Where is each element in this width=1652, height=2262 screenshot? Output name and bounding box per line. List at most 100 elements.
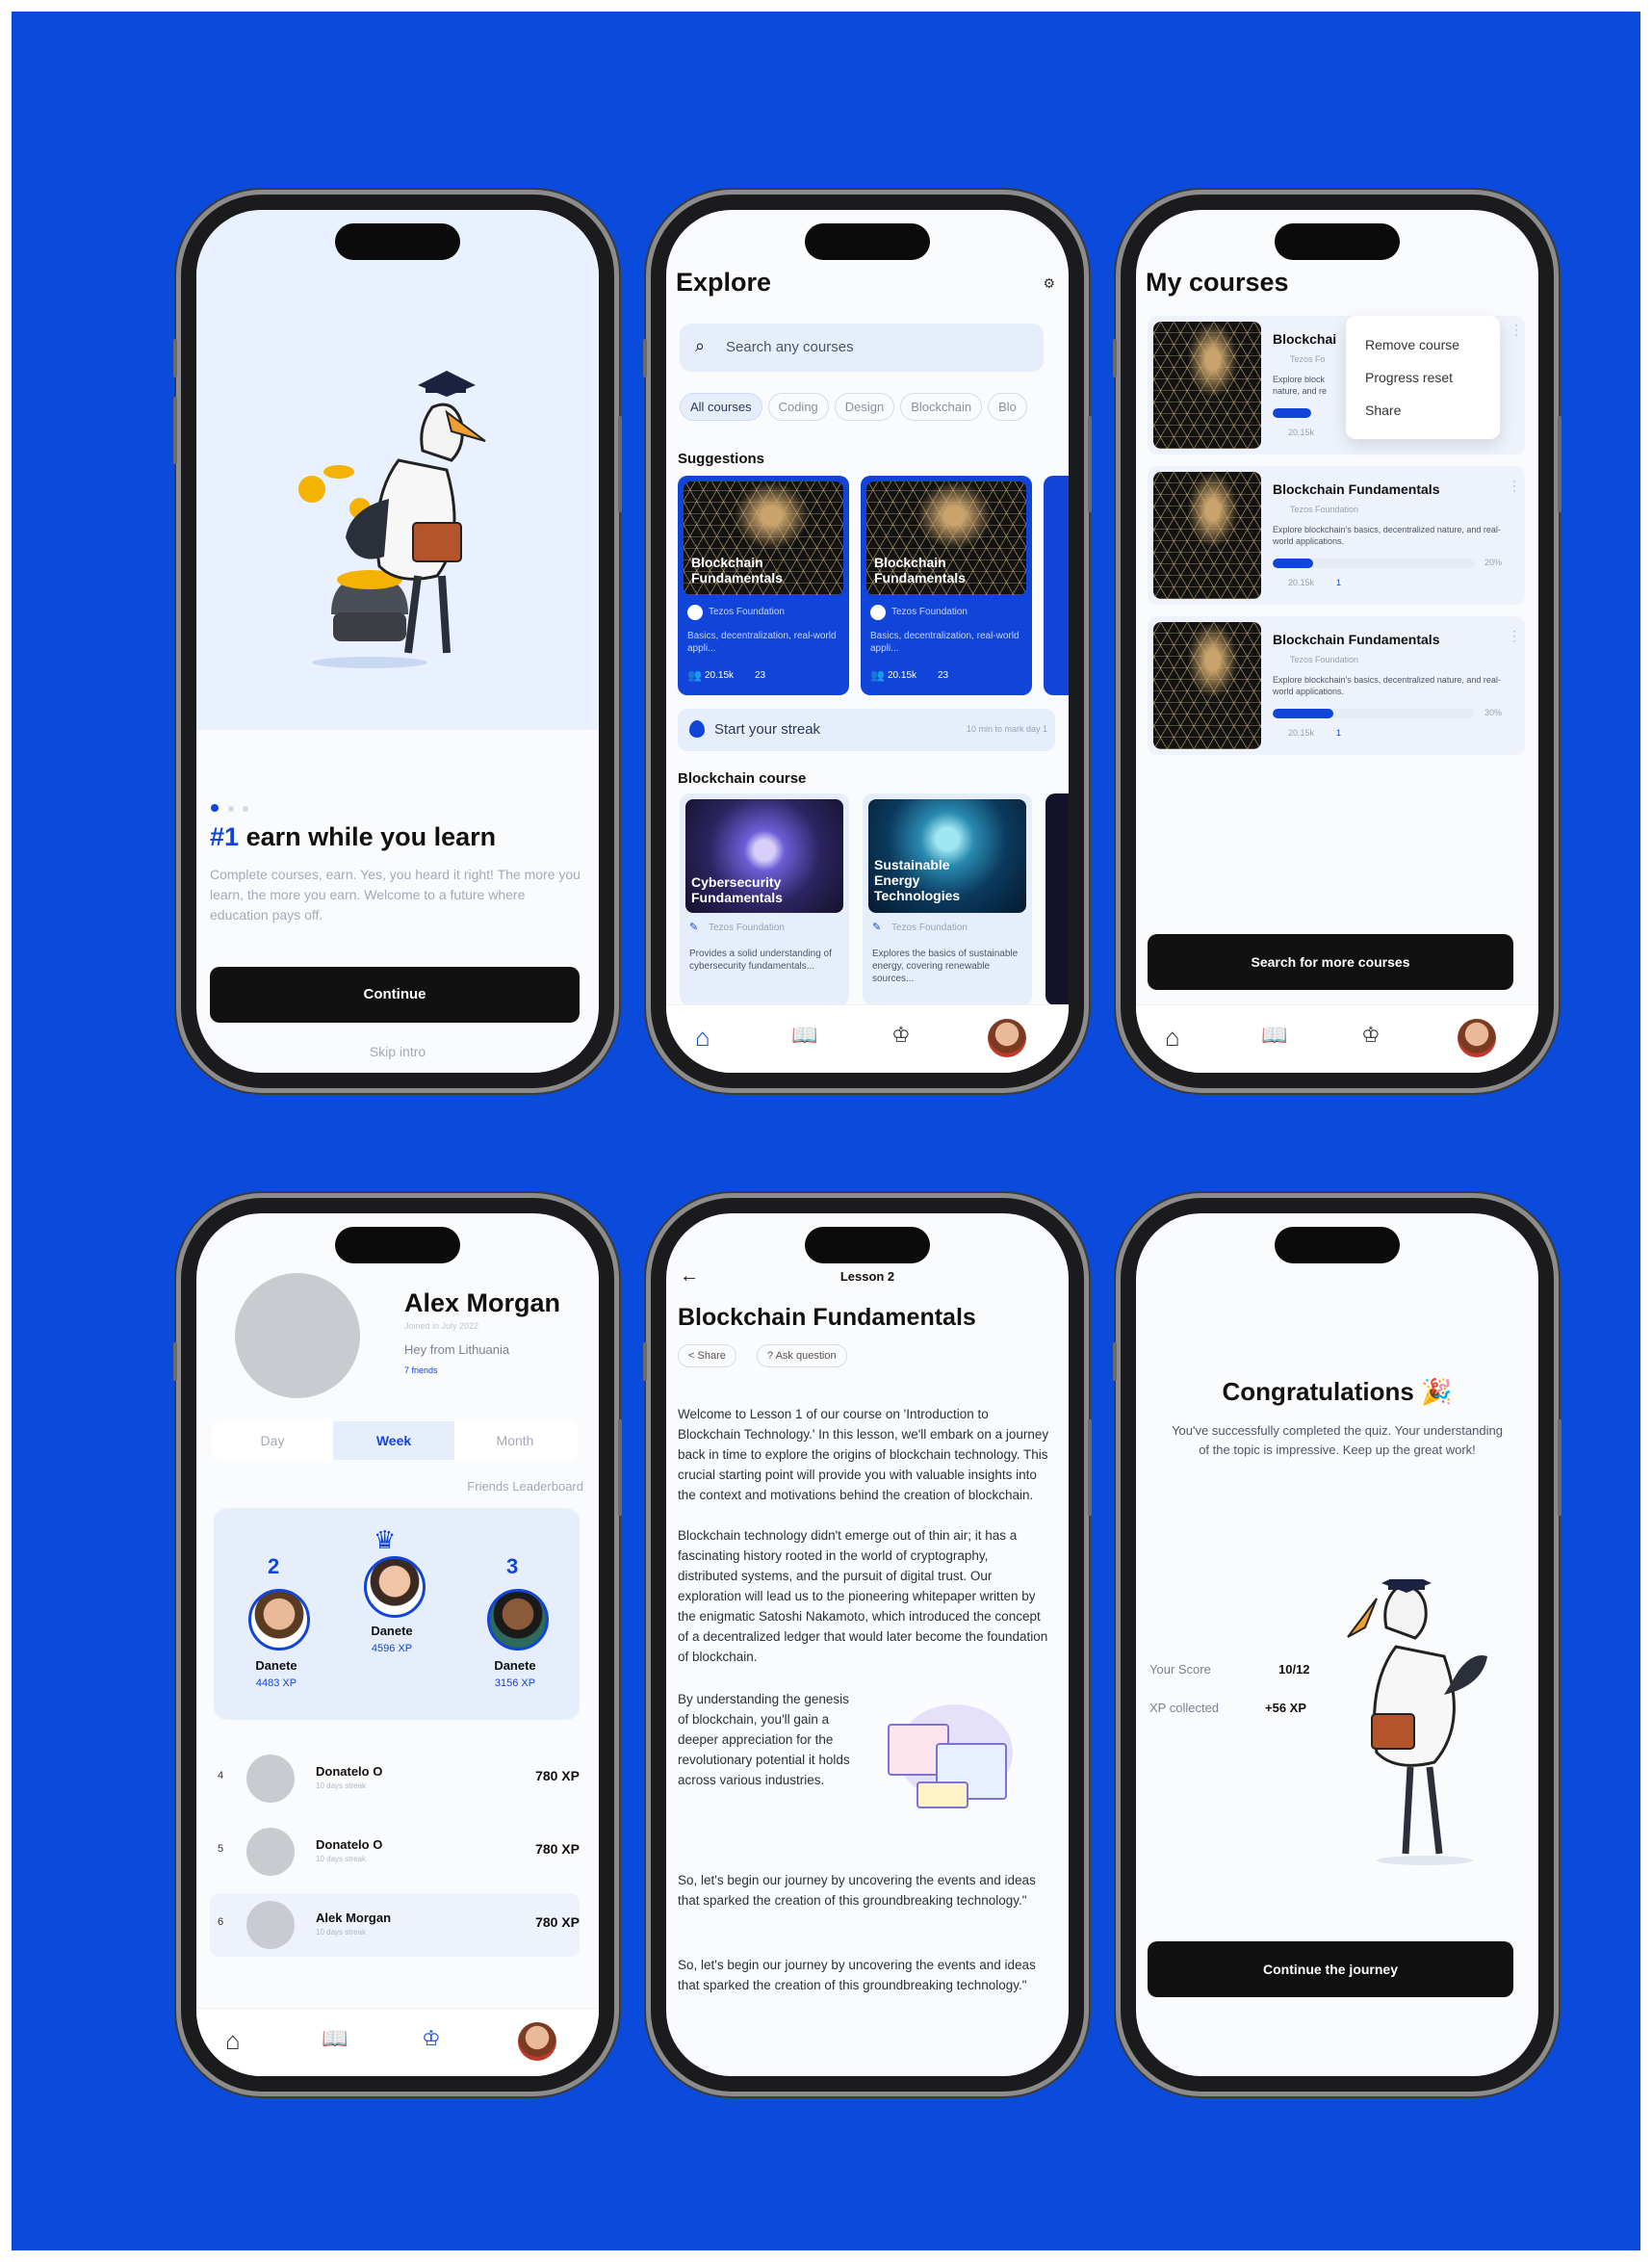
headline-text: earn while you learn — [245, 822, 497, 851]
my-course-card[interactable]: Blockchain Fundamentals ⋮ Tezos Foundati… — [1148, 466, 1525, 605]
course-desc: Explore blockchain's basics, decentraliz… — [1273, 675, 1501, 696]
my-course-card[interactable]: Blockchain Fundamentals ⋮ Tezos Foundati… — [1148, 616, 1525, 755]
podium-avatar — [364, 1556, 426, 1618]
avatar[interactable] — [1458, 1019, 1496, 1057]
avatar[interactable] — [988, 1019, 1026, 1057]
xp-label: XP collected — [1149, 1701, 1220, 1715]
friends-link[interactable]: 7 friends — [404, 1365, 438, 1375]
card-desc: Provides a solid understanding of cybers… — [689, 949, 832, 972]
bottom-nav: ⌂ 📖 ♔ — [196, 2008, 599, 2076]
profile-joined: Joined in July 2022 — [404, 1321, 479, 1331]
gift-icon[interactable]: ⚙ — [1043, 275, 1055, 292]
search-input[interactable]: Search any courses — [726, 339, 854, 355]
blockchain-course-label: Blockchain course — [678, 770, 807, 787]
xp-value: +56 XP — [1265, 1701, 1307, 1715]
crown-icon: ♛ — [374, 1525, 397, 1554]
home-icon[interactable]: ⌂ — [1165, 1023, 1180, 1053]
row-name: Donatelo O — [316, 1764, 383, 1779]
book-icon[interactable]: 📖 — [791, 1023, 817, 1048]
filter-chip-more[interactable]: Blo — [988, 393, 1027, 421]
card-org: Tezos Foundation — [709, 923, 785, 933]
course-learners: 20.15k — [1288, 578, 1315, 587]
card-learners: 20.15k — [705, 670, 735, 681]
lesson-paragraph: So, let's begin our journey by uncoverin… — [678, 1873, 1036, 1908]
tab-week[interactable]: Week — [333, 1421, 454, 1460]
podium-name: Danete — [371, 1624, 413, 1638]
course-card-peek[interactable] — [1045, 793, 1069, 1005]
more-icon[interactable]: ⋮ — [1510, 322, 1523, 338]
streak-banner[interactable]: Start your streak 10 min to mark day 1 — [678, 709, 1055, 751]
score-label: Your Score — [1149, 1662, 1211, 1677]
search-field[interactable]: ⌕ Search any courses — [680, 324, 1044, 372]
filter-chip-blockchain[interactable]: Blockchain — [900, 393, 983, 421]
suggestion-card[interactable]: Blockchain Fundamentals Tezos Foundation… — [678, 476, 849, 695]
trophy-icon[interactable]: ♔ — [891, 1023, 911, 1048]
continue-button[interactable]: Continue — [210, 967, 580, 1023]
course-org: Tezos Foundation — [1290, 655, 1359, 664]
phone-onboarding: #1 earn while you learn Complete courses… — [173, 195, 622, 1088]
lesson-title: Blockchain Fundamentals — [678, 1304, 976, 1331]
menu-item-progress-reset[interactable]: Progress reset — [1365, 370, 1453, 385]
row-xp: 780 XP — [535, 1841, 580, 1857]
filter-chip-coding[interactable]: Coding — [767, 393, 829, 421]
share-button[interactable]: < Share — [678, 1344, 736, 1367]
question-icon: ? — [767, 1350, 774, 1362]
bottom-nav: ⌂ 📖 ♔ — [1136, 1004, 1538, 1073]
leaderboard-row[interactable]: 6 Alek Morgan 10 days streak 780 XP — [210, 1893, 580, 1957]
course-context-menu: Remove course Progress reset Share — [1346, 316, 1500, 439]
ask-label: Ask question — [775, 1350, 837, 1362]
my-courses-title: My courses — [1146, 268, 1289, 297]
row-avatar — [246, 1828, 295, 1876]
phone-my-courses: My courses Blockchai Tezos Fo Explore bl… — [1113, 195, 1562, 1088]
dynamic-island — [335, 1227, 460, 1263]
suggestion-card-peek[interactable] — [1044, 476, 1069, 695]
course-title: Blockchain Fundamentals — [1273, 481, 1440, 497]
lesson-header: Lesson 2 — [839, 1269, 895, 1284]
skip-intro-link[interactable]: Skip intro — [196, 1044, 599, 1059]
tab-day[interactable]: Day — [212, 1433, 333, 1448]
podium-name: Danete — [494, 1658, 536, 1673]
podium-card: 2 Danete 4483 XP ♛ Danete 4596 XP 3 Dane… — [214, 1508, 580, 1720]
trophy-icon[interactable]: ♔ — [1361, 1023, 1381, 1048]
home-icon[interactable]: ⌂ — [695, 1023, 710, 1053]
blockchain-illustration — [878, 1704, 1022, 1810]
row-rank: 5 — [218, 1843, 224, 1855]
onboarding-headline: #1 earn while you learn — [210, 822, 496, 852]
leaderboard-label: Friends Leaderboard — [467, 1479, 583, 1494]
dynamic-island — [1275, 1227, 1400, 1263]
more-icon[interactable]: ⋮ — [1508, 628, 1521, 644]
course-progress — [1273, 709, 1475, 718]
lesson-paragraph: Blockchain technology didn't emerge out … — [678, 1528, 1048, 1664]
row-rank: 4 — [218, 1770, 224, 1781]
tab-month[interactable]: Month — [454, 1433, 576, 1448]
hero-area — [196, 210, 599, 730]
course-title: Blockchain Fundamentals — [1273, 632, 1440, 647]
ask-question-button[interactable]: ? Ask question — [757, 1344, 847, 1367]
learners-icon: 👥 — [687, 668, 702, 682]
filter-chip-all[interactable]: All courses — [680, 393, 762, 421]
leaderboard-row[interactable]: 4 Donatelo O 10 days streak 780 XP — [210, 1747, 580, 1810]
course-card[interactable]: Sustainable Energy Technologies ✎ Tezos … — [863, 793, 1032, 1005]
trophy-icon[interactable]: ♔ — [422, 2026, 441, 2051]
explore-title: Explore — [676, 268, 772, 297]
book-icon[interactable]: 📖 — [322, 2026, 348, 2051]
congrats-title: Congratulations — [1222, 1377, 1414, 1406]
home-icon[interactable]: ⌂ — [225, 2026, 241, 2056]
course-card[interactable]: Cybersecurity Fundamentals ✎ Tezos Found… — [680, 793, 849, 1005]
menu-item-share[interactable]: Share — [1365, 403, 1401, 418]
org-icon — [870, 605, 886, 620]
filter-chip-design[interactable]: Design — [834, 393, 895, 421]
flame-icon — [689, 720, 705, 738]
avatar[interactable] — [518, 2022, 556, 2061]
book-icon[interactable]: 📖 — [1261, 1023, 1287, 1048]
streak-note: 10 min to mark day 1 — [966, 724, 1047, 734]
menu-item-remove-course[interactable]: Remove course — [1365, 337, 1459, 352]
leaderboard-row[interactable]: 5 Donatelo O 10 days streak 780 XP — [210, 1820, 580, 1884]
bottom-nav: ⌂ 📖 ♔ — [666, 1004, 1069, 1073]
continue-journey-button[interactable]: Continue the journey — [1148, 1941, 1513, 1997]
suggestion-card[interactable]: Blockchain Fundamentals Tezos Foundation… — [861, 476, 1032, 695]
lesson-paragraph: So, let's begin our journey by uncoverin… — [678, 1958, 1036, 1992]
more-icon[interactable]: ⋮ — [1508, 478, 1521, 494]
podium-avatar — [487, 1589, 549, 1651]
search-more-courses-button[interactable]: Search for more courses — [1148, 934, 1513, 990]
